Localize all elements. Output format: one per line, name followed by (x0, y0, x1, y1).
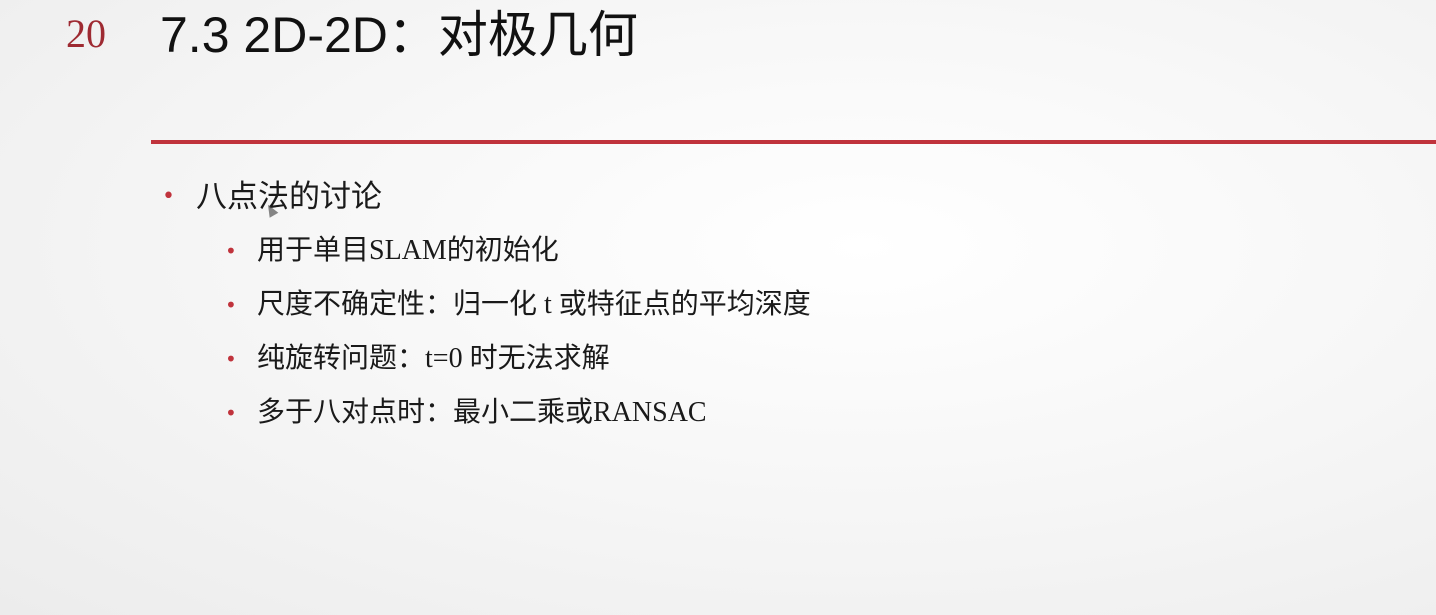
title-divider (151, 140, 1436, 144)
bullet-item: • 八点法的讨论 (160, 170, 811, 224)
sub-bullet-text: 用于单目SLAM的初始化 (257, 235, 559, 266)
sub-bullet-text: 尺度不确定性：归一化 t 或特征点的平均深度 (257, 289, 811, 320)
bullet-dot-icon: • (225, 293, 237, 317)
sub-bullet-item: • 纯旋转问题：t=0 时无法求解 (160, 332, 811, 386)
sub-bullet-item: • 用于单目SLAM的初始化 (160, 224, 811, 278)
bullet-dot-icon: • (225, 239, 237, 263)
bullet-dot-icon: • (162, 184, 175, 209)
bullet-list: • 八点法的讨论 • 用于单目SLAM的初始化 • 尺度不确定性：归一化 t 或… (160, 170, 811, 440)
sub-bullet-item: • 尺度不确定性：归一化 t 或特征点的平均深度 (160, 278, 811, 332)
slide: 20 7.3 2D-2D：对极几何 • 八点法的讨论 • 用于单目SLAM的初始… (0, 0, 1436, 615)
sub-bullet-text: 纯旋转问题：t=0 时无法求解 (257, 343, 610, 374)
slide-title: 7.3 2D-2D：对极几何 (160, 7, 638, 63)
sub-bullet-item: • 多于八对点时：最小二乘或RANSAC (160, 386, 811, 440)
bullet-dot-icon: • (225, 347, 237, 371)
bullet-text: 八点法的讨论 (196, 179, 382, 214)
sub-bullet-text: 多于八对点时：最小二乘或RANSAC (257, 397, 707, 428)
slide-number: 20 (66, 11, 106, 56)
bullet-dot-icon: • (225, 401, 237, 425)
